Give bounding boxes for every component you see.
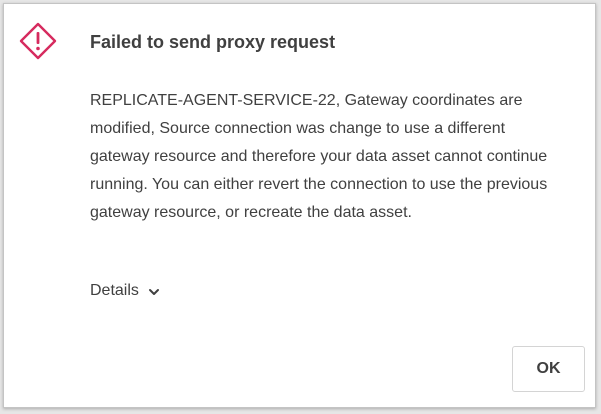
- chevron-down-icon: [148, 285, 160, 297]
- details-toggle[interactable]: Details: [90, 282, 160, 300]
- ok-button[interactable]: OK: [512, 346, 585, 392]
- error-dialog: Failed to send proxy request REPLICATE-A…: [3, 3, 596, 408]
- details-label: Details: [90, 282, 139, 299]
- warning-diamond-icon: [17, 21, 59, 63]
- error-message: REPLICATE-AGENT-SERVICE-22, Gateway coor…: [90, 92, 548, 221]
- dialog-title: Failed to send proxy request: [90, 32, 336, 52]
